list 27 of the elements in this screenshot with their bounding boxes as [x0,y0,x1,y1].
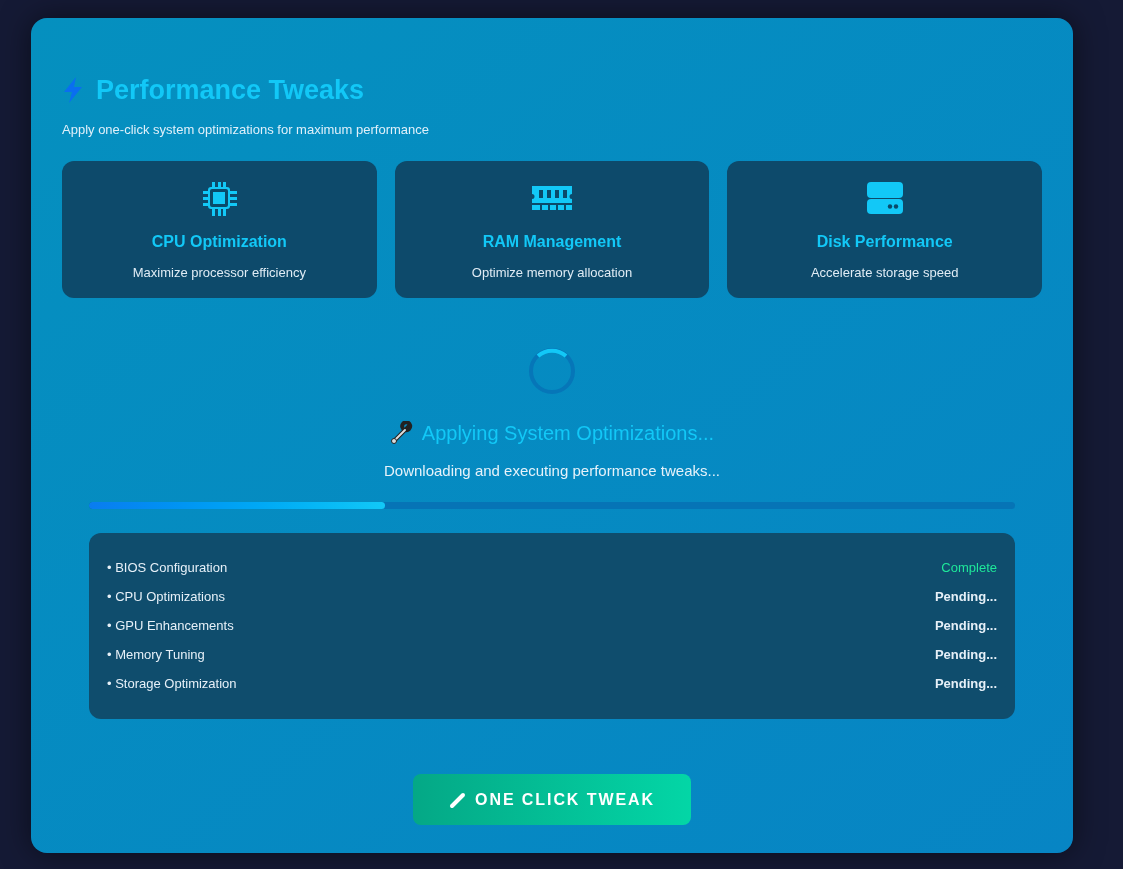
task-status: Pending... [934,617,997,636]
chip-icon [201,179,238,216]
task-name: • BIOS Configuration [107,559,228,578]
one-click-tweak-button[interactable]: ONE CLICK TWEAK [413,774,691,825]
task-name: • Storage Optimization [107,675,237,694]
pencil-icon [449,790,468,809]
hard-drive-icon [865,180,904,215]
progress-title: Applying System Optimizations... [421,420,715,446]
task-status: Pending... [934,588,997,607]
loading-spinner-icon [527,345,577,396]
card-title: CPU Optimization [151,231,287,252]
card-description: Maximize processor efficiency [132,263,306,282]
task-name: • Memory Tuning [107,646,205,665]
card-title: Disk Performance [816,231,953,252]
task-status: Pending... [934,675,997,694]
card-title: RAM Management [482,231,622,252]
page-title: Performance Tweaks [96,73,365,107]
task-status: Complete [941,559,997,578]
page-subtitle: Apply one-click system optimizations for maximum performance [62,121,430,139]
task-status: Pending... [934,646,997,665]
lightning-icon [62,77,84,103]
wrench-icon [389,420,414,445]
card-description: Accelerate storage speed [810,263,959,282]
card-description: Optimize memory allocation [471,263,633,282]
task-name: • CPU Optimizations [107,588,225,607]
progress-message: Downloading and executing performance tweaks... [384,460,720,481]
task-name: • GPU Enhancements [107,617,234,636]
